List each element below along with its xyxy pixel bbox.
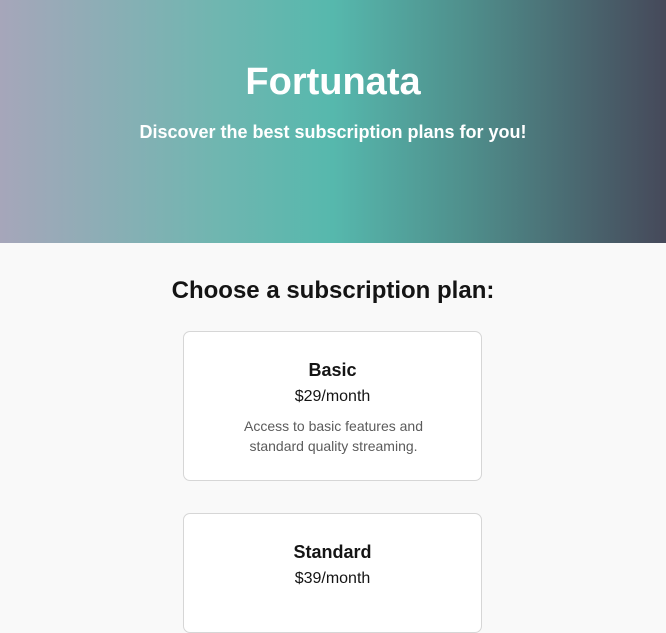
- plans-heading: Choose a subscription plan:: [171, 277, 495, 304]
- plan-card-basic[interactable]: Basic $29/month Access to basic features…: [183, 331, 482, 481]
- plan-name: Standard: [293, 542, 372, 562]
- plan-price: $39/month: [294, 570, 371, 587]
- plan-price: $29/month: [294, 388, 371, 405]
- site-title: Fortunata: [245, 61, 421, 103]
- plan-name: Basic: [308, 360, 357, 380]
- hero-subtitle: Discover the best subscription plans for…: [139, 122, 527, 142]
- plan-card-standard[interactable]: Standard $39/month: [183, 513, 482, 633]
- plan-description: Access to basic features and standard qu…: [244, 418, 423, 454]
- hero-banner: Fortunata Discover the best subscription…: [0, 0, 666, 243]
